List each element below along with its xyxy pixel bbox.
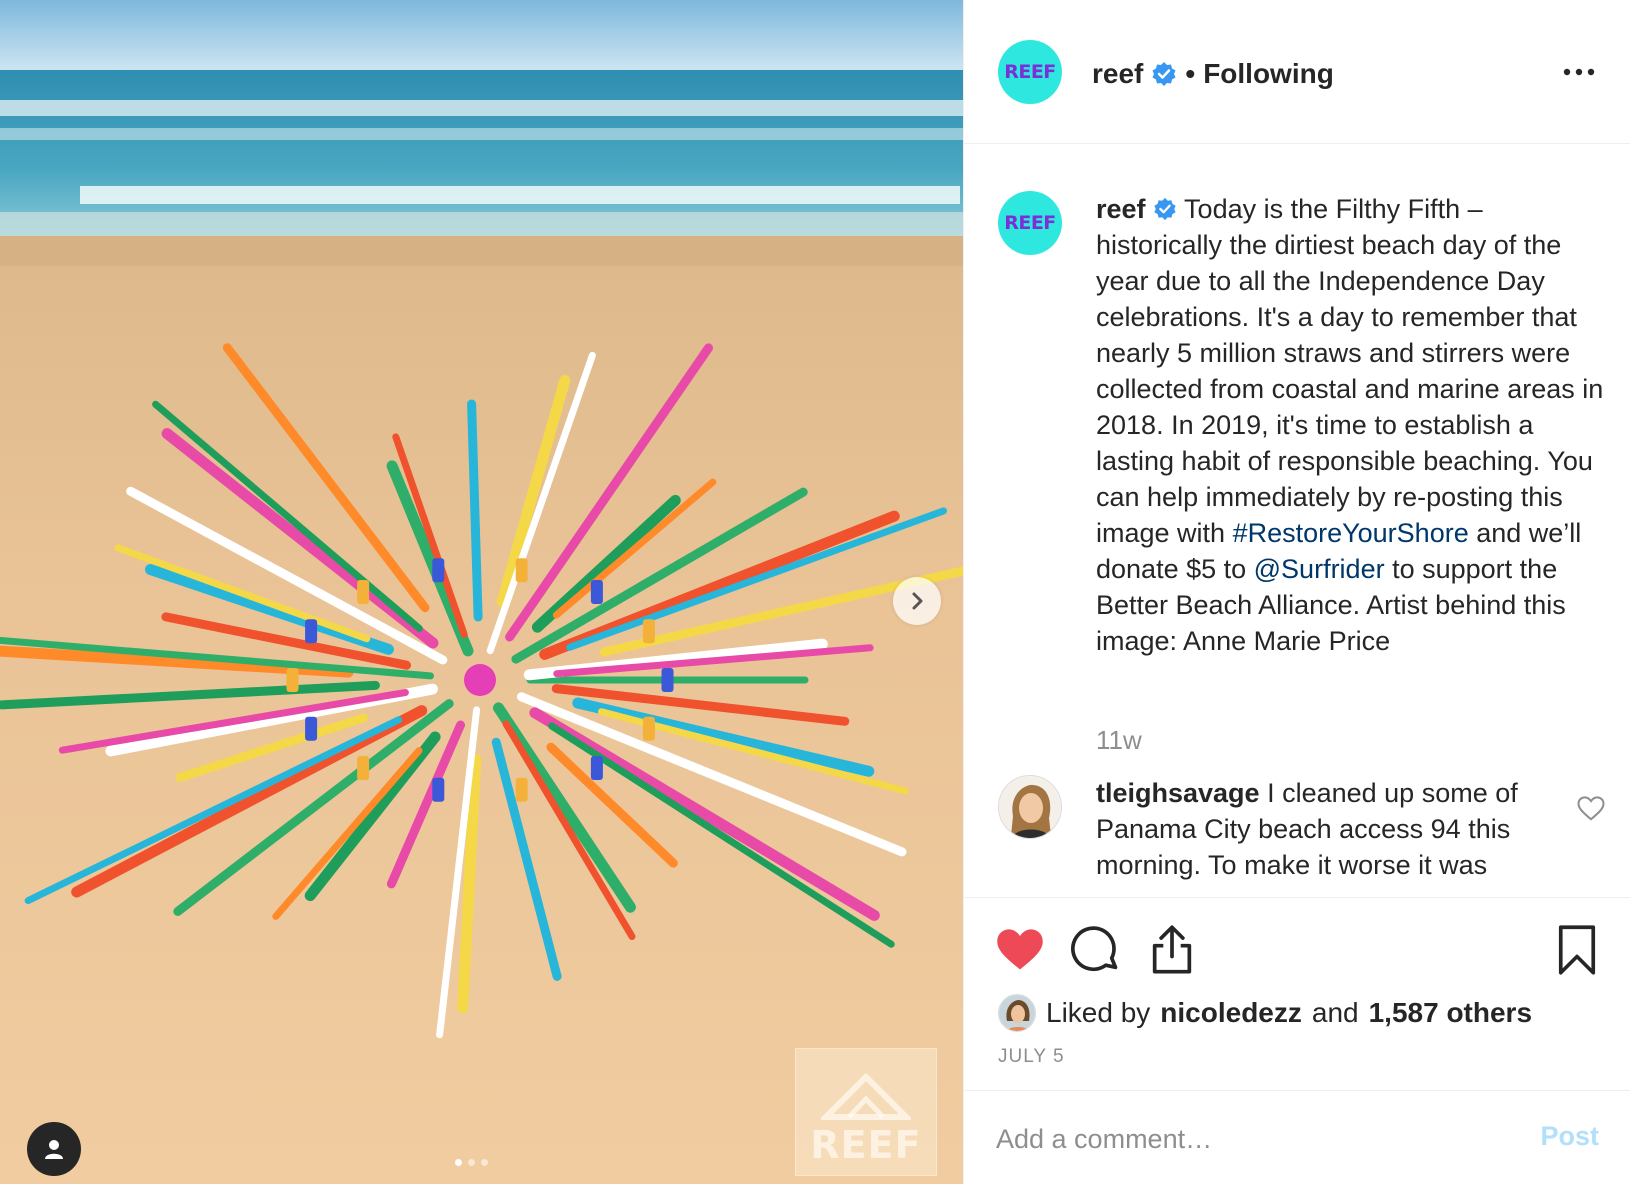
- comment-username[interactable]: tleighsavage: [1096, 778, 1260, 808]
- straw-piece-decoration: [286, 668, 299, 692]
- comment-text: tleighsavage I cleaned up some of Panama…: [1096, 775, 1546, 883]
- add-comment-bar: Post: [964, 1090, 1630, 1184]
- comment-icon[interactable]: [1070, 924, 1122, 976]
- post-comment-button[interactable]: Post: [1540, 1121, 1599, 1152]
- caption-timestamp[interactable]: 11w: [1096, 725, 1142, 756]
- verified-badge-icon: [1154, 197, 1176, 221]
- post-image[interactable]: REEF: [0, 0, 963, 1184]
- likes-prefix: Liked by: [1046, 997, 1151, 1028]
- post-date[interactable]: JULY 5: [998, 1046, 1065, 1068]
- mention-link[interactable]: @Surfrider: [1254, 554, 1385, 584]
- comment-like-heart-icon[interactable]: [1576, 793, 1606, 823]
- caption-body-1: Today is the Filthy Fifth – historically…: [1096, 194, 1604, 548]
- straw-piece-decoration: [515, 558, 528, 583]
- heart-icon[interactable]: [994, 924, 1046, 976]
- carousel-dot: [455, 1159, 462, 1166]
- carousel-dot: [481, 1159, 488, 1166]
- liker-username[interactable]: nicoledezz: [1160, 997, 1302, 1029]
- liker-avatar[interactable]: [998, 994, 1036, 1032]
- straw-piece-decoration: [432, 777, 445, 802]
- action-bar: Liked by nicoledezz and 1,587 others JUL…: [964, 897, 1630, 1087]
- comments-section[interactable]: REEF reef Today is the Filthy Fifth – hi…: [964, 145, 1630, 897]
- commenter-avatar[interactable]: [998, 775, 1062, 839]
- straw-piece-decoration: [432, 558, 445, 583]
- likes-count-button[interactable]: 1,587 others: [1369, 997, 1532, 1029]
- straw-piece-decoration: [642, 619, 655, 644]
- post-header: REEF reef • Following: [964, 0, 1630, 144]
- more-options-button[interactable]: [1559, 56, 1599, 88]
- carousel-next-button[interactable]: [893, 577, 941, 625]
- bookmark-icon[interactable]: [1551, 924, 1603, 976]
- carousel-indicator: [455, 1159, 488, 1166]
- avatar-logo-text: REEF: [1004, 212, 1056, 234]
- straw-piece-decoration: [357, 580, 370, 604]
- straw-piece-decoration: [590, 756, 603, 780]
- straw-piece-decoration: [661, 668, 674, 692]
- verified-badge-icon: [1151, 61, 1177, 87]
- reef-watermark-logo: REEF: [795, 1048, 937, 1176]
- straw-piece-decoration: [305, 619, 318, 644]
- likes-conjunction: and: [1311, 997, 1359, 1028]
- user-tag-icon: [45, 1140, 63, 1159]
- share-icon[interactable]: [1146, 924, 1198, 976]
- more-options-icon: [1563, 68, 1595, 76]
- avatar[interactable]: REEF: [998, 40, 1062, 104]
- avatar-logo-text: REEF: [1004, 61, 1056, 83]
- straw-piece-decoration: [590, 580, 603, 604]
- likes-summary: Liked by nicoledezz and 1,587 others: [998, 991, 1532, 1035]
- caption-avatar[interactable]: REEF: [998, 191, 1062, 255]
- straw-piece-decoration: [357, 756, 370, 780]
- user-tags-button[interactable]: [27, 1122, 81, 1176]
- header-separator: •: [1185, 58, 1196, 89]
- chevron-right-icon: [912, 592, 923, 610]
- caption-text: reef Today is the Filthy Fifth – histori…: [1096, 191, 1606, 659]
- watermark-text: REEF: [810, 1123, 922, 1167]
- header-username[interactable]: reef: [1092, 58, 1143, 90]
- reef-logo-mark-icon: [821, 1072, 911, 1120]
- hashtag-link[interactable]: #RestoreYourShore: [1233, 518, 1469, 548]
- beach-photo: [0, 0, 963, 1184]
- comment-input[interactable]: [996, 1117, 1496, 1161]
- following-button[interactable]: Following: [1203, 58, 1334, 90]
- caption-username[interactable]: reef: [1096, 194, 1146, 224]
- straw-piece-decoration: [515, 777, 528, 802]
- post-side-panel: REEF reef • Following REEF reef Today is…: [963, 0, 1630, 1184]
- straw-piece-decoration: [642, 716, 655, 741]
- straw-piece-decoration: [305, 716, 318, 741]
- carousel-dot: [468, 1159, 475, 1166]
